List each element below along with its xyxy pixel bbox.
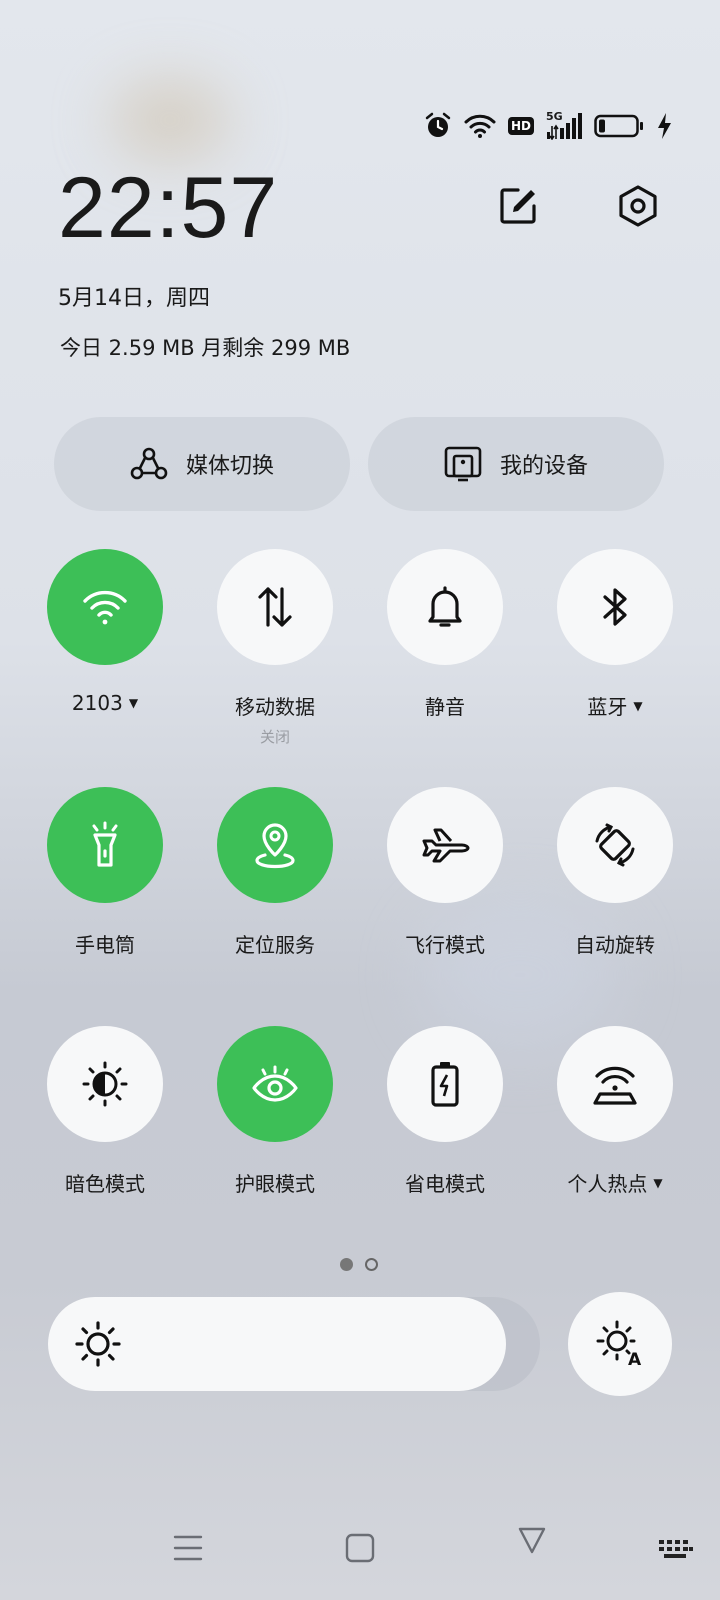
bell-icon	[428, 586, 462, 627]
auto-rotate-toggle[interactable]	[557, 787, 673, 903]
power-save-label: 省电模式	[405, 1172, 485, 1196]
rotate-icon	[595, 823, 635, 867]
mobile-data-icon	[258, 587, 292, 627]
media-switch-icon	[130, 447, 168, 481]
clock: 22:57	[58, 160, 279, 256]
dark-mode-icon	[82, 1061, 128, 1107]
brightness-icon	[75, 1321, 121, 1367]
wifi-status-icon	[464, 113, 496, 139]
mute-label: 静音	[425, 695, 465, 719]
tile-airplane[interactable]: 飞行模式	[387, 787, 503, 958]
alarm-icon	[424, 112, 452, 140]
settings-button[interactable]	[612, 180, 664, 232]
mute-toggle[interactable]	[387, 549, 503, 665]
wifi-label: 2103 ▼	[72, 691, 138, 715]
power-save-toggle[interactable]	[387, 1026, 503, 1142]
nav-home-button[interactable]	[342, 1530, 378, 1566]
edit-icon	[500, 188, 536, 224]
tile-mobile-data[interactable]: 移动数据 关闭	[217, 549, 333, 747]
hd-badge: HD	[507, 117, 534, 135]
flashlight-toggle[interactable]	[47, 787, 163, 903]
my-devices-label: 我的设备	[499, 454, 588, 479]
eye-care-label: 护眼模式	[235, 1172, 315, 1196]
nav-back-button[interactable]	[514, 1522, 550, 1558]
page-indicator[interactable]	[340, 1258, 378, 1271]
dropdown-caret-icon[interactable]: ▼	[633, 699, 642, 713]
tile-mute[interactable]: 静音	[387, 549, 503, 720]
dark-mode-label: 暗色模式	[65, 1172, 145, 1196]
dark-mode-toggle[interactable]	[47, 1026, 163, 1142]
bluetooth-toggle[interactable]	[557, 549, 673, 665]
flashlight-icon	[92, 821, 118, 867]
tile-flashlight[interactable]: 手电筒	[47, 787, 163, 958]
auto-brightness-icon: A	[596, 1320, 642, 1369]
tile-bluetooth[interactable]: 蓝牙 ▼	[557, 549, 673, 720]
hotspot-toggle[interactable]	[557, 1026, 673, 1142]
hotspot-icon	[593, 1066, 637, 1105]
location-label: 定位服务	[235, 933, 315, 957]
svg-text:A: A	[628, 1350, 642, 1369]
back-triangle-icon	[518, 1527, 546, 1554]
media-switch-button[interactable]: 媒体切换	[54, 417, 350, 511]
page-dot-1[interactable]	[340, 1258, 353, 1271]
mobile-data-status: 关闭	[259, 728, 290, 746]
home-square-icon	[345, 1533, 375, 1563]
my-devices-button[interactable]: 我的设备	[368, 417, 664, 511]
auto-rotate-label: 自动旋转	[575, 933, 655, 957]
eye-care-toggle[interactable]	[217, 1026, 333, 1142]
tile-dark-mode[interactable]: 暗色模式	[47, 1026, 163, 1197]
bluetooth-icon	[603, 588, 627, 626]
airplane-label: 飞行模式	[405, 933, 485, 957]
tile-location[interactable]: 定位服务	[217, 787, 333, 958]
background-blur	[110, 80, 230, 160]
bluetooth-label: 蓝牙 ▼	[587, 691, 642, 720]
settings-icon	[619, 185, 657, 227]
brightness-slider-fill[interactable]	[48, 1297, 506, 1391]
flashlight-label: 手电筒	[75, 933, 135, 957]
wifi-icon	[83, 590, 127, 625]
location-icon	[255, 823, 295, 869]
menu-icon	[173, 1535, 203, 1561]
charging-icon	[656, 112, 672, 140]
edit-button[interactable]	[492, 180, 544, 232]
tile-hotspot[interactable]: 个人热点 ▼	[557, 1026, 673, 1197]
tile-auto-rotate[interactable]: 自动旋转	[557, 787, 673, 958]
wifi-toggle[interactable]	[47, 549, 163, 665]
battery-icon	[594, 113, 644, 139]
airplane-icon	[422, 828, 470, 863]
status-bar: HD 5G	[424, 108, 672, 144]
devices-icon	[444, 446, 482, 482]
tile-wifi[interactable]: 2103 ▼	[47, 549, 163, 715]
bluetooth-label-text: 蓝牙	[587, 695, 628, 719]
tile-eye-care[interactable]: 护眼模式	[217, 1026, 333, 1197]
dropdown-caret-icon[interactable]: ▼	[653, 1176, 662, 1190]
auto-brightness-button[interactable]: A	[568, 1292, 672, 1396]
tile-power-save[interactable]: 省电模式	[387, 1026, 503, 1197]
keyboard-button[interactable]	[656, 1534, 696, 1564]
dropdown-caret-icon[interactable]: ▼	[129, 696, 138, 710]
keyboard-icon	[659, 1540, 693, 1558]
location-toggle[interactable]	[217, 787, 333, 903]
date-label: 5月14日，周四	[58, 286, 210, 311]
battery-saver-icon	[431, 1062, 459, 1107]
hotspot-label-text: 个人热点	[567, 1172, 648, 1196]
media-switch-label: 媒体切换	[185, 454, 274, 479]
signal-icon: 5G	[546, 110, 582, 140]
wifi-network-name: 2103	[71, 691, 123, 715]
mobile-data-toggle[interactable]	[217, 549, 333, 665]
airplane-toggle[interactable]	[387, 787, 503, 903]
page-dot-2[interactable]	[365, 1258, 378, 1271]
data-usage-label: 今日 2.59 MB 月剩余 299 MB	[60, 336, 351, 360]
eye-icon	[252, 1065, 298, 1102]
hotspot-label: 个人热点 ▼	[567, 1168, 662, 1197]
nav-menu-button[interactable]	[170, 1530, 206, 1566]
mobile-data-label: 移动数据	[235, 695, 315, 719]
